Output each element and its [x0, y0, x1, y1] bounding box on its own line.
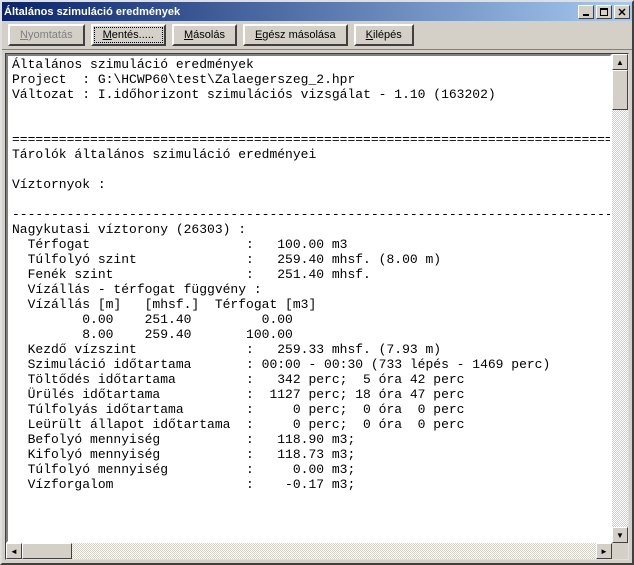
scroll-corner: [612, 543, 628, 559]
scroll-thumb-h[interactable]: [22, 543, 72, 559]
save-button[interactable]: Mentés.....: [91, 24, 166, 46]
scroll-down-button[interactable]: ▼: [612, 527, 628, 543]
report-text: Általános szimuláció eredmények Project …: [8, 56, 610, 541]
app-window: Általános szimuláció eredmények Nyomtatá…: [0, 0, 634, 565]
scroll-thumb-v[interactable]: [612, 70, 628, 110]
maximize-button[interactable]: [596, 5, 612, 19]
minimize-button[interactable]: [578, 5, 594, 19]
exit-button[interactable]: Kilépés: [354, 24, 414, 46]
copy-button[interactable]: Másolás: [172, 24, 237, 46]
titlebar-controls: [576, 5, 630, 19]
close-button[interactable]: [614, 5, 630, 19]
toolbar: Nyomtatás Mentés..... Másolás Egész máso…: [2, 21, 632, 50]
content-wrap: Általános szimuláció eredmények Project …: [2, 50, 632, 563]
scroll-left-button[interactable]: ◄: [6, 543, 22, 559]
copy-all-button[interactable]: Egész másolása: [243, 24, 348, 46]
content-area: Általános szimuláció eredmények Project …: [6, 54, 612, 543]
scroll-right-button[interactable]: ►: [596, 543, 612, 559]
scroll-track-v[interactable]: [612, 70, 628, 527]
scroll-track-h[interactable]: [22, 543, 596, 559]
scroll-up-button[interactable]: ▲: [612, 54, 628, 70]
titlebar: Általános szimuláció eredmények: [2, 2, 632, 21]
window-title: Általános szimuláció eredmények: [4, 6, 576, 18]
horizontal-scrollbar[interactable]: ◄ ►: [6, 543, 612, 559]
vertical-scrollbar[interactable]: ▲ ▼: [612, 54, 628, 543]
print-button: Nyomtatás: [8, 24, 85, 46]
